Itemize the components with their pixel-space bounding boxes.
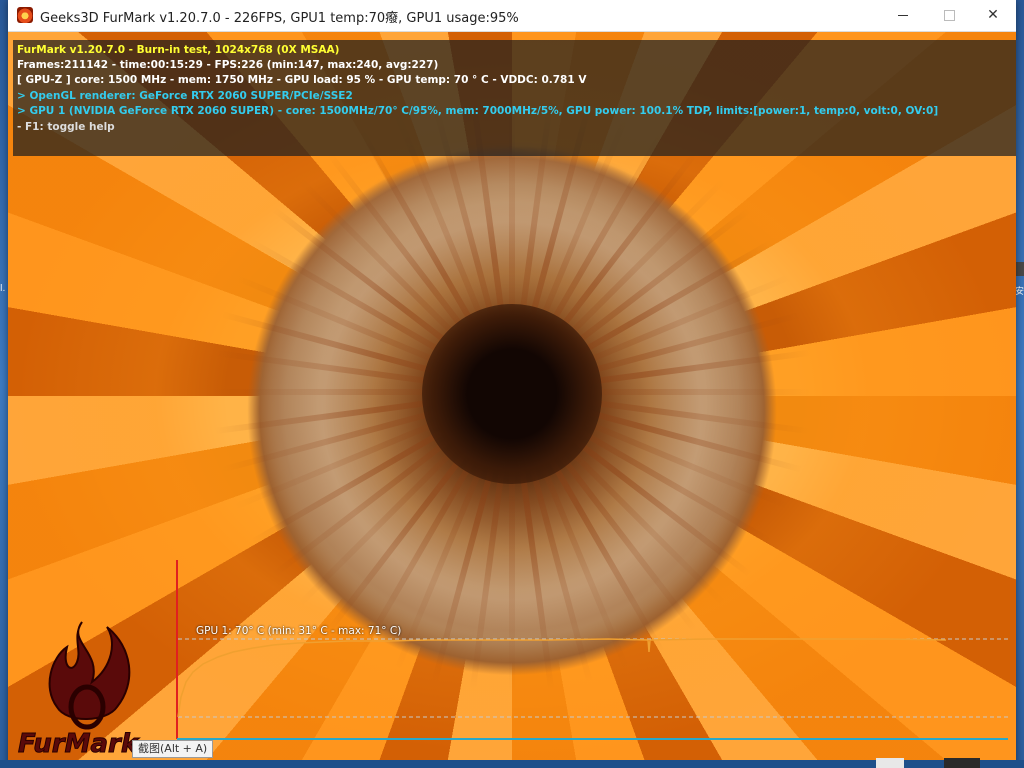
furmark-window: Geeks3D FurMark v1.20.7.0 - 226FPS, GPU1… [8, 0, 1016, 768]
info-frames-line: Frames:211142 - time:00:15:29 - FPS:226 … [17, 59, 439, 71]
fur-donut-center [422, 304, 602, 484]
taskbar-strip [0, 760, 1024, 768]
minimize-button[interactable] [880, 0, 926, 31]
desktop-label-fragment-left: l. [0, 284, 6, 294]
temperature-curve [177, 638, 947, 718]
minimize-icon [898, 14, 908, 16]
info-overlay: FurMark v1.20.7.0 - Burn-in test, 1024x7… [13, 40, 1016, 156]
render-viewport[interactable]: FurMark v1.20.7.0 - Burn-in test, 1024x7… [8, 32, 1016, 760]
info-title-line: FurMark v1.20.7.0 - Burn-in test, 1024x7… [17, 44, 340, 56]
furmark-logo-flame [48, 621, 131, 720]
info-gpu1-line: > GPU 1 (NVIDIA GeForce RTX 2060 SUPER) … [17, 105, 939, 117]
desktop-icon-fragment[interactable] [1015, 262, 1024, 276]
furmark-app-icon[interactable] [17, 7, 33, 23]
furmark-logo-text: FurMark [18, 729, 140, 759]
furmark-logo: FurMark [18, 621, 140, 760]
taskbar-item[interactable] [876, 758, 904, 768]
desktop-background-right [1015, 0, 1024, 768]
temperature-graph-label: GPU 1: 70° C (min: 31° C - max: 71° C) [196, 625, 402, 637]
maximize-icon [943, 9, 955, 21]
close-icon: ✕ [987, 7, 999, 23]
close-button[interactable]: ✕ [970, 0, 1016, 31]
desktop-background-left [0, 0, 8, 768]
maximize-button[interactable] [926, 0, 972, 31]
screenshot-tooltip: 截图(Alt + A) [132, 740, 214, 758]
info-gpuz-line: [ GPU-Z ] core: 1500 MHz - mem: 1750 MHz… [17, 74, 587, 86]
info-help-line: - F1: toggle help [17, 121, 115, 133]
window-title: Geeks3D FurMark v1.20.7.0 - 226FPS, GPU1… [40, 11, 519, 26]
taskbar-item[interactable] [944, 758, 980, 768]
desktop-label-fragment: 安 [1015, 287, 1024, 297]
info-renderer-line: > OpenGL renderer: GeForce RTX 2060 SUPE… [17, 90, 353, 102]
title-bar[interactable]: Geeks3D FurMark v1.20.7.0 - 226FPS, GPU1… [8, 0, 1016, 32]
